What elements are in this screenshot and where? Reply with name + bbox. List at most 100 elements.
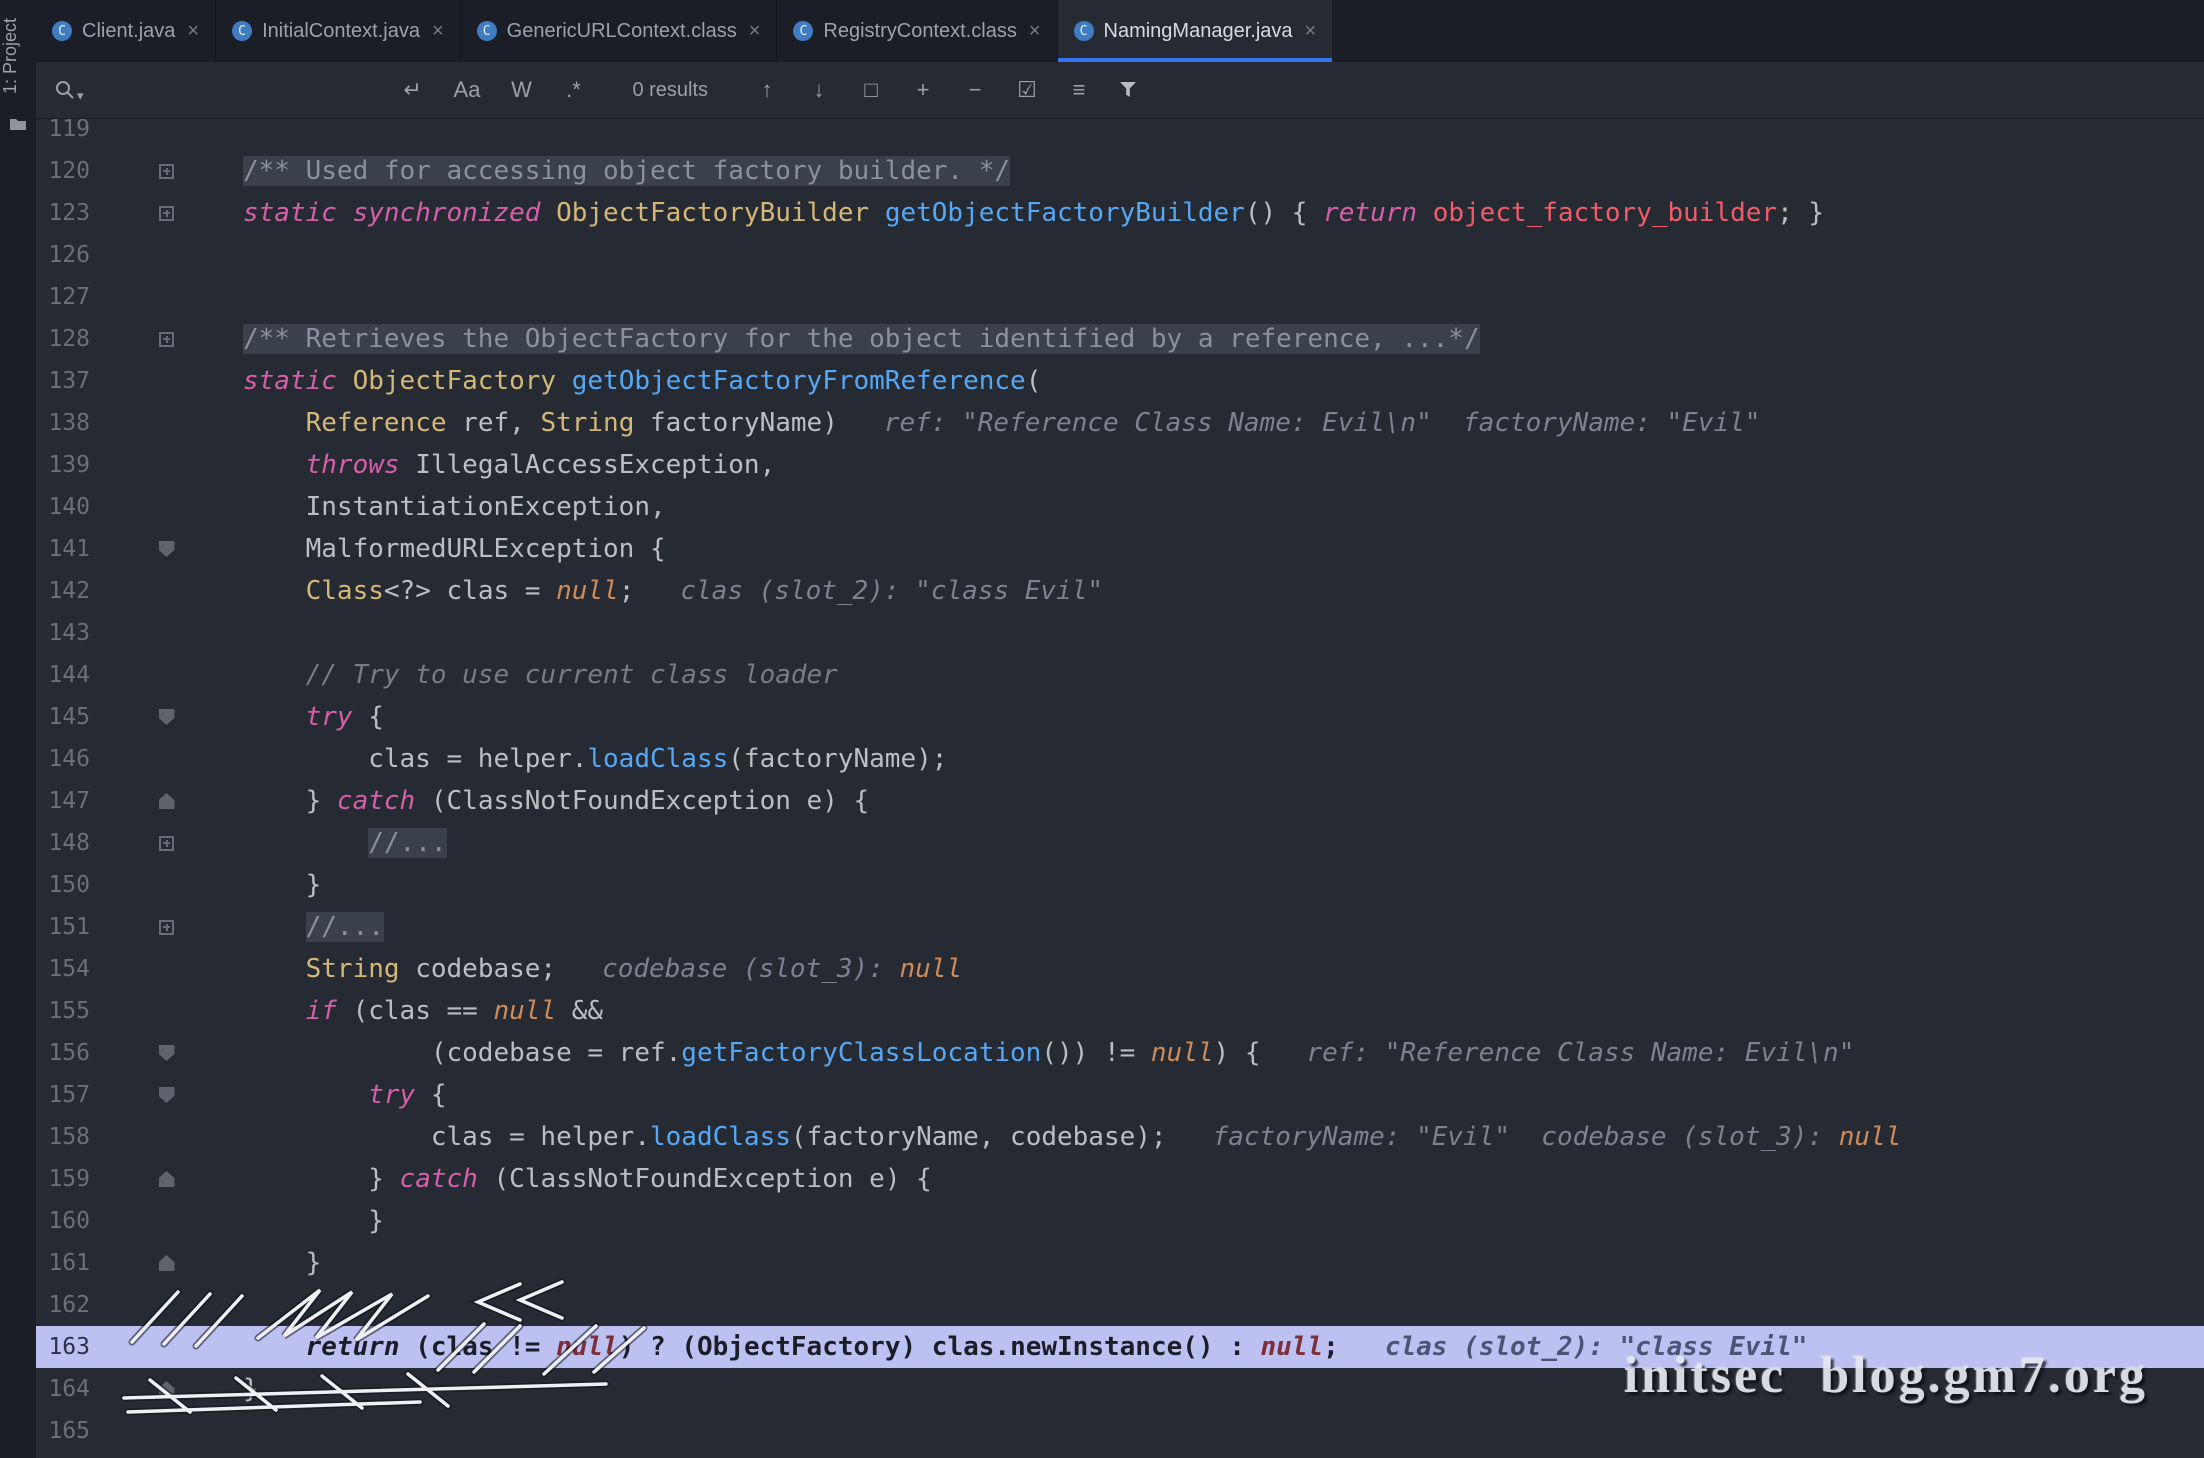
fold-plus-icon[interactable]: [90, 206, 243, 221]
filter-search-lines-button[interactable]: ≡: [1068, 77, 1090, 103]
line-number[interactable]: 163: [36, 1334, 90, 1360]
tab-client-java[interactable]: CClient.java×: [36, 0, 216, 62]
code-line[interactable]: 165: [36, 1410, 2204, 1452]
line-number[interactable]: 157: [36, 1082, 90, 1108]
fold-up-icon[interactable]: [90, 1171, 243, 1187]
line-number[interactable]: 119: [36, 118, 90, 142]
code-line[interactable]: 141 MalformedURLException {: [36, 528, 2204, 570]
line-number[interactable]: 138: [36, 410, 90, 436]
close-icon[interactable]: ×: [1029, 20, 1041, 43]
line-number[interactable]: 145: [36, 704, 90, 730]
code-line[interactable]: 154 String codebase;codebase (slot_3): n…: [36, 948, 2204, 990]
line-number[interactable]: 147: [36, 788, 90, 814]
code-line[interactable]: 120/** Used for accessing object factory…: [36, 150, 2204, 192]
filter-icon[interactable]: [1118, 81, 1138, 99]
tab-initialcontext-java[interactable]: CInitialContext.java×: [216, 0, 461, 62]
code-line[interactable]: 148 //...: [36, 822, 2204, 864]
fold-down-icon[interactable]: [90, 709, 243, 725]
code-line[interactable]: 155 if (clas == null &&: [36, 990, 2204, 1032]
code-line[interactable]: 157 try {: [36, 1074, 2204, 1116]
code-line[interactable]: 159 } catch (ClassNotFoundException e) {: [36, 1158, 2204, 1200]
code-line[interactable]: 151 //...: [36, 906, 2204, 948]
line-number[interactable]: 162: [36, 1292, 90, 1318]
next-occurrence-button[interactable]: ↓: [808, 77, 830, 103]
line-number[interactable]: 156: [36, 1040, 90, 1066]
code-line[interactable]: 137static ObjectFactory getObjectFactory…: [36, 360, 2204, 402]
line-number[interactable]: 139: [36, 452, 90, 478]
line-number[interactable]: 164: [36, 1376, 90, 1402]
select-all-occurrences-button[interactable]: ☑: [1016, 77, 1038, 103]
line-number[interactable]: 137: [36, 368, 90, 394]
line-number[interactable]: 120: [36, 158, 90, 184]
line-number[interactable]: 142: [36, 578, 90, 604]
fold-plus-icon[interactable]: [90, 920, 243, 935]
close-icon[interactable]: ×: [1305, 20, 1317, 43]
match-words-button[interactable]: W: [510, 77, 532, 103]
match-case-button[interactable]: Aa: [454, 77, 481, 103]
close-icon[interactable]: ×: [432, 20, 444, 43]
line-number[interactable]: 150: [36, 872, 90, 898]
close-icon[interactable]: ×: [749, 20, 761, 43]
fold-plus-icon[interactable]: [90, 836, 243, 851]
code-line[interactable]: 123static synchronized ObjectFactoryBuil…: [36, 192, 2204, 234]
tab-registrycontext-class[interactable]: CRegistryContext.class×: [777, 0, 1057, 62]
code-line[interactable]: 150 }: [36, 864, 2204, 906]
line-number[interactable]: 155: [36, 998, 90, 1024]
code-line[interactable]: 147 } catch (ClassNotFoundException e) {: [36, 780, 2204, 822]
fold-plus-icon[interactable]: [90, 164, 243, 179]
code-line[interactable]: 143: [36, 612, 2204, 654]
code-line[interactable]: 145 try {: [36, 696, 2204, 738]
remove-occurrence-button[interactable]: −: [964, 77, 986, 103]
code-line[interactable]: 139 throws IllegalAccessException,: [36, 444, 2204, 486]
line-number[interactable]: 148: [36, 830, 90, 856]
line-number[interactable]: 158: [36, 1124, 90, 1150]
open-in-find-window-button[interactable]: □: [860, 77, 882, 103]
code-line[interactable]: 144 // Try to use current class loader: [36, 654, 2204, 696]
code-line[interactable]: 160 }: [36, 1200, 2204, 1242]
code-line[interactable]: 127: [36, 276, 2204, 318]
line-number[interactable]: 154: [36, 956, 90, 982]
tab-namingmanager-java[interactable]: CNamingManager.java×: [1058, 0, 1334, 62]
line-number[interactable]: 127: [36, 284, 90, 310]
code-line[interactable]: 142 Class<?> clas = null;clas (slot_2): …: [36, 570, 2204, 612]
code-line[interactable]: 161 }: [36, 1242, 2204, 1284]
line-number[interactable]: 159: [36, 1166, 90, 1192]
line-number[interactable]: 161: [36, 1250, 90, 1276]
code-line[interactable]: 140 InstantiationException,: [36, 486, 2204, 528]
folder-icon[interactable]: [9, 116, 27, 132]
fold-up-icon[interactable]: [90, 1255, 243, 1271]
fold-down-icon[interactable]: [90, 1087, 243, 1103]
fold-up-icon[interactable]: [90, 793, 243, 809]
line-number[interactable]: 123: [36, 200, 90, 226]
code-line[interactable]: 162: [36, 1284, 2204, 1326]
code-line[interactable]: 128/** Retrieves the ObjectFactory for t…: [36, 318, 2204, 360]
code-line[interactable]: 119: [36, 118, 2204, 150]
add-occurrence-button[interactable]: +: [912, 77, 934, 103]
fold-down-icon[interactable]: [90, 541, 243, 557]
new-line-icon[interactable]: ↵: [402, 77, 424, 103]
code-line[interactable]: 126: [36, 234, 2204, 276]
fold-up-icon[interactable]: [90, 1381, 243, 1397]
code-line[interactable]: 138 Reference ref, String factoryName)re…: [36, 402, 2204, 444]
line-number[interactable]: 128: [36, 326, 90, 352]
close-icon[interactable]: ×: [187, 20, 199, 43]
search-icon[interactable]: ▾: [54, 79, 84, 101]
search-input[interactable]: [98, 69, 402, 111]
line-number[interactable]: 165: [36, 1418, 90, 1444]
regex-button[interactable]: .*: [562, 77, 584, 103]
line-number[interactable]: 151: [36, 914, 90, 940]
code-line[interactable]: 158 clas = helper.loadClass(factoryName,…: [36, 1116, 2204, 1158]
line-number[interactable]: 146: [36, 746, 90, 772]
project-stripe-label[interactable]: 1: Project: [0, 10, 36, 102]
tab-genericurlcontext-class[interactable]: CGenericURLContext.class×: [461, 0, 778, 62]
line-number[interactable]: 126: [36, 242, 90, 268]
line-number[interactable]: 144: [36, 662, 90, 688]
code-line[interactable]: 146 clas = helper.loadClass(factoryName)…: [36, 738, 2204, 780]
line-number[interactable]: 160: [36, 1208, 90, 1234]
line-number[interactable]: 141: [36, 536, 90, 562]
fold-plus-icon[interactable]: [90, 332, 243, 347]
line-number[interactable]: 140: [36, 494, 90, 520]
prev-occurrence-button[interactable]: ↑: [756, 77, 778, 103]
code-line[interactable]: 156 (codebase = ref.getFactoryClassLocat…: [36, 1032, 2204, 1074]
line-number[interactable]: 143: [36, 620, 90, 646]
